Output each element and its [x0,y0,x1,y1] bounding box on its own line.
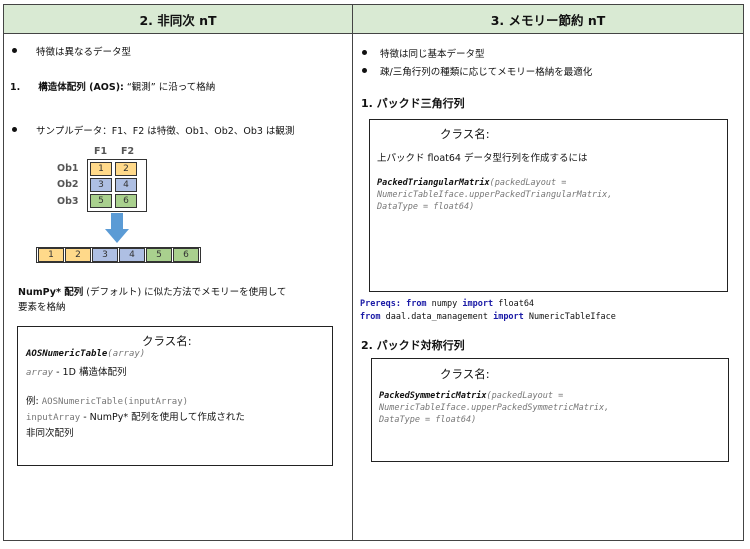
strip-cell: 3 [92,248,118,262]
aos-signature: AOSNumericTable(array) [26,349,145,359]
triangular-box-title: クラス名: [440,127,490,141]
item1-desc: “観測” に沿って格納 [123,82,216,93]
row-label-ob1: Ob1 [57,163,79,174]
kw-import: import [493,312,524,322]
symmetric-sig-line1: (packedLayout = [486,391,564,401]
right-bullet1: 特徴は同じ基本データ型 [380,49,485,60]
prereq-name: NumericTableIface [523,312,616,322]
triangular-sig-line2: NumericTableIface.upperPackedTriangularM… [377,190,613,200]
column-divider [352,4,353,541]
bullet-dot [12,127,17,132]
prereqs-line1: Prereqs: from numpy import float64 [360,299,534,309]
aos-sig-args: (array) [107,349,146,359]
down-arrow-icon [105,213,129,243]
kw-import: import [462,299,494,309]
item1-title: 構造体配列 (AOS): [38,82,124,93]
grid-cell: 5 [90,194,112,208]
strip-cell: 4 [119,248,145,262]
left-bullet1: 特徴は異なるデータ型 [36,47,132,58]
triangular-desc: 上パックド float64 データ型行列を作成するには [377,153,588,164]
symmetric-sig-name: PackedSymmetricMatrix [379,391,487,401]
numpy-line1: NumPy* 配列 (デフォルト) に似た方法でメモリーを使用して [18,284,286,298]
section-packed-symmetric: 2. パックド対称行列 [361,339,465,352]
left-item1: 1. 構造体配列 (AOS): “観測” に沿って格納 [10,79,215,93]
prereq-name: float64 [493,299,535,309]
aos-param: array - 1D 構造体配列 [26,364,126,378]
aos-example-param-line: inputArray - NumPy* 配列を使用して作成された [26,409,245,423]
aos-box-title: クラス名: [142,334,192,348]
kw-from: from [360,312,381,322]
grid-cell: 4 [115,178,137,192]
section-packed-triangular: 1. パックド三角行列 [361,97,465,110]
row-label-ob3: Ob3 [57,196,79,207]
row-label-ob2: Ob2 [57,179,79,190]
numpy-line2: 要素を格納 [18,302,66,313]
grid-cell: 1 [90,162,112,176]
kw-from: from [406,299,427,309]
left-bullet2: サンプルデータ：F1、F2 は特徴、Ob1、Ob2、Ob3 は観測 [36,126,295,137]
symmetric-box-title: クラス名: [440,367,490,381]
aos-example-code: AOSNumericTable(inputArray) [41,397,189,407]
right-bullet2: 疎/三角行列の種類に応じてメモリー格納を最適化 [380,67,593,78]
symmetric-sig-line3: DataType = float64) [379,415,477,425]
aos-param-desc: - 1D 構造体配列 [53,367,127,378]
prereqs-label: Prereqs: [360,299,401,309]
bullet-dot [362,68,367,73]
numpy-title: NumPy* 配列 [18,287,84,298]
triangular-signature: PackedTriangularMatrix(packedLayout = Nu… [377,177,612,213]
strip-cell: 6 [173,248,199,262]
symmetric-sig-line2: NumericTableIface.upperPackedSymmetricMa… [379,403,610,413]
bullet-dot [362,50,367,55]
prereqs-line2: from daal.data_management import Numeric… [360,312,616,322]
triangular-sig-line1: (packedLayout = [489,178,567,188]
prereq-module: numpy [426,299,463,309]
strip-cell: 5 [146,248,172,262]
aos-example-desc2: 非同次配列 [26,428,74,439]
strip-cell: 1 [38,248,64,262]
aos-example-label: 例: [26,396,42,407]
numpy-desc: (デフォルト) に似た方法でメモリーを使用して [83,287,287,298]
grid-cell: 6 [115,194,137,208]
aos-example-param: inputArray [26,413,81,423]
aos-param-name: array [26,368,54,378]
strip-cell: 2 [65,248,91,262]
aos-example: 例: AOSNumericTable(inputArray) [26,393,188,407]
right-header: 3. メモリー節約 nT [353,5,743,34]
item1-number: 1. [10,82,21,93]
grid-cell: 2 [115,162,137,176]
col-label-f1: F1 [94,146,108,157]
triangular-sig-line3: DataType = float64) [377,202,475,212]
col-label-f2: F2 [121,146,135,157]
triangular-sig-name: PackedTriangularMatrix [377,178,490,188]
aos-sig-name: AOSNumericTable [26,349,108,359]
aos-example-desc: - NumPy* 配列を使用して作成された [80,412,245,423]
symmetric-signature: PackedSymmetricMatrix(packedLayout = Num… [379,390,609,426]
prereq-module: daal.data_management [380,312,494,322]
left-header: 2. 非同次 nT [4,5,352,34]
bullet-dot [12,48,17,53]
grid-cell: 3 [90,178,112,192]
